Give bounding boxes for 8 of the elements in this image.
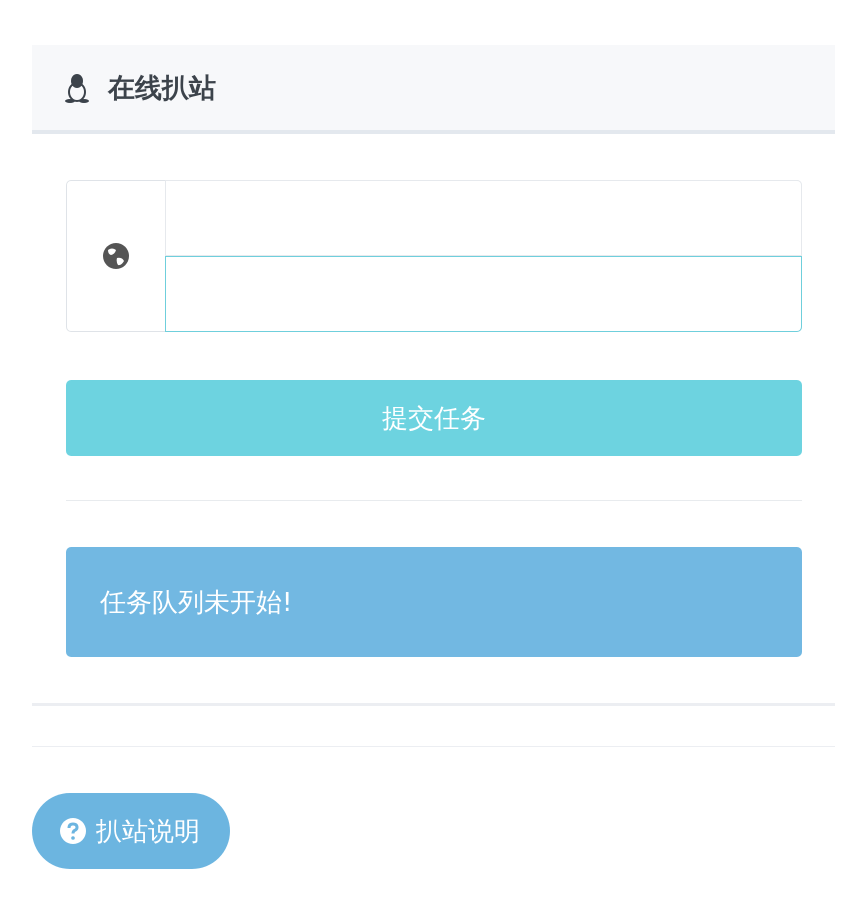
panel-title: 在线扒站	[108, 72, 216, 106]
globe-icon	[102, 242, 130, 270]
input-field[interactable]	[165, 256, 802, 332]
status-alert: 任务队列未开始!	[66, 547, 802, 657]
question-icon	[60, 818, 86, 844]
penguin-icon	[64, 72, 90, 102]
help-button[interactable]: 扒站说明	[32, 793, 230, 869]
submit-button[interactable]: 提交任务	[66, 380, 802, 456]
